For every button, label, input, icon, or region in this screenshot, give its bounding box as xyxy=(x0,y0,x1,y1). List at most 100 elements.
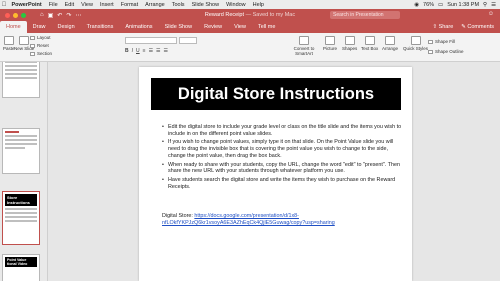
section-icon xyxy=(30,51,35,56)
layout-label: Layout xyxy=(37,35,51,40)
menu-slide-show[interactable]: Slide Show xyxy=(188,2,223,8)
tab-home[interactable]: Home xyxy=(0,21,27,33)
menu-tools[interactable]: Tools xyxy=(168,2,188,8)
tab-review[interactable]: Review xyxy=(198,21,228,33)
slide-canvas[interactable]: Digital Store Instructions Edit the digi… xyxy=(139,67,412,281)
arrange-button[interactable]: Arrange xyxy=(382,36,398,51)
comments-button[interactable]: ✎ Comments xyxy=(461,24,494,30)
align-right-icon[interactable]: ☰ xyxy=(164,48,168,54)
shape-outline-label: Shape Outline xyxy=(435,49,464,54)
slide-thumbnail-pane[interactable]: Store Instructions Point Value tional Vi… xyxy=(0,62,48,281)
quick-styles-label: Quick Styles xyxy=(403,46,429,51)
tab-view[interactable]: View xyxy=(228,21,252,33)
reset-label: Reset xyxy=(37,43,49,48)
font-size-dropdown[interactable] xyxy=(179,37,197,44)
shape-fill-button[interactable]: Shape Fill xyxy=(428,39,455,44)
shapes-button[interactable]: Shapes xyxy=(342,36,357,51)
textbox-button[interactable]: Text Box xyxy=(361,36,378,51)
textbox-label: Text Box xyxy=(361,46,379,51)
italic-icon[interactable]: I xyxy=(132,48,133,54)
shape-outline-button[interactable]: Shape Outline xyxy=(428,49,464,54)
document-title: Reward Receipt — Saved to my Mac xyxy=(0,12,500,18)
thumbnail-title: Store Instructions xyxy=(5,194,37,206)
digital-store-label: Digital Store: xyxy=(162,213,195,219)
menu-insert[interactable]: Insert xyxy=(96,2,117,8)
comments-label: Comments xyxy=(467,24,494,30)
arrange-label: Arrange xyxy=(382,46,399,51)
shapes-label: Shapes xyxy=(342,46,358,51)
bullet-list[interactable]: Edit the digital store to include your g… xyxy=(162,124,405,192)
slide-thumbnail-1[interactable] xyxy=(2,62,40,98)
outline-icon xyxy=(428,49,433,54)
menu-edit[interactable]: Edit xyxy=(61,2,77,8)
tab-transitions[interactable]: Transitions xyxy=(81,21,120,33)
share-button[interactable]: ⇧ Share xyxy=(432,24,453,30)
slide-thumbnail-4[interactable]: Point Value tional Video xyxy=(2,254,40,281)
document-name: Reward Receipt xyxy=(204,12,245,18)
strikethrough-icon[interactable]: ≡ xyxy=(143,48,146,54)
arrange-icon xyxy=(385,36,395,45)
paste-button[interactable]: Paste xyxy=(3,36,15,51)
battery-icon[interactable]: ▭ xyxy=(438,2,443,8)
apple-icon[interactable]:  xyxy=(0,2,8,8)
underline-icon[interactable]: U xyxy=(136,48,140,54)
slide-title[interactable]: Digital Store Instructions xyxy=(151,78,401,110)
textbox-icon xyxy=(364,36,375,45)
tab-design[interactable]: Design xyxy=(52,21,81,33)
search-icon[interactable]: ⚲ xyxy=(483,2,487,8)
fill-bucket-icon xyxy=(428,39,433,44)
slide-thumbnail-2[interactable] xyxy=(2,128,40,174)
reset-icon xyxy=(30,43,35,48)
ribbon-tabs: Home Draw Design Transitions Animations … xyxy=(0,21,500,33)
search-input[interactable]: Search in Presentation xyxy=(330,11,400,19)
title-bar: ⌂ ▣ ↶ ↷ ⋯ Reward Receipt — Saved to my M… xyxy=(0,9,500,21)
share-icon: ⇧ xyxy=(432,24,438,30)
tab-tell-me[interactable]: Tell me xyxy=(252,21,281,33)
ribbon-toolbar: Paste New Slide Layout Reset Section B I… xyxy=(0,33,500,62)
menu-file[interactable]: File xyxy=(45,2,61,8)
reset-button[interactable]: Reset xyxy=(30,43,49,48)
layout-button[interactable]: Layout xyxy=(30,35,51,40)
font-name-dropdown[interactable] xyxy=(125,37,177,44)
shape-fill-label: Shape Fill xyxy=(435,39,456,44)
tab-slide-show[interactable]: Slide Show xyxy=(159,21,199,33)
section-button[interactable]: Section xyxy=(30,51,52,56)
bold-icon[interactable]: B xyxy=(125,48,129,54)
bullet-item: If you wish to change point values, simp… xyxy=(162,139,405,159)
battery-percent: 76% xyxy=(423,1,435,8)
quick-styles-button[interactable]: Quick Styles xyxy=(403,36,428,51)
thumbnail-4-line2: tional Video xyxy=(7,262,28,266)
bullet-item: Have students search the digital store a… xyxy=(162,177,405,190)
digital-store-text: Digital Store: https://docs.google.com/p… xyxy=(162,213,405,226)
thumbnail-4-heading: Point Value tional Video xyxy=(5,257,37,267)
control-center-icon[interactable]: ☰ xyxy=(491,2,496,8)
comment-icon: ✎ xyxy=(461,24,466,30)
clipboard-icon xyxy=(3,36,14,45)
picture-label: Picture xyxy=(323,46,338,51)
align-center-icon[interactable]: ☰ xyxy=(156,48,160,54)
menu-bar:  PowerPoint File Edit View Insert Forma… xyxy=(0,0,500,9)
menu-view[interactable]: View xyxy=(78,2,97,8)
align-left-icon[interactable]: ☰ xyxy=(149,48,153,54)
menu-format[interactable]: Format xyxy=(117,2,141,8)
picture-button[interactable]: Picture xyxy=(323,36,337,51)
share-label: Share xyxy=(438,24,454,30)
picture-icon xyxy=(325,36,335,45)
tab-draw[interactable]: Draw xyxy=(27,21,52,33)
bullet-item: When ready to share with your students, … xyxy=(162,162,405,175)
slide-thumbnail-3[interactable]: Store Instructions xyxy=(2,191,40,245)
menu-app-name[interactable]: PowerPoint xyxy=(8,2,45,8)
menu-arrange[interactable]: Arrange xyxy=(142,2,169,8)
wifi-icon[interactable]: ◉ xyxy=(414,2,419,8)
smiley-icon[interactable]: ☺ xyxy=(488,11,494,17)
tab-animations[interactable]: Animations xyxy=(119,21,158,33)
paste-label: Paste xyxy=(3,46,15,51)
new-slide-icon xyxy=(19,36,30,45)
format-row: B I U ≡ ☰ ☰ ☰ xyxy=(125,48,168,54)
convert-smartart-button[interactable]: Convert to SmartArt xyxy=(287,36,321,56)
layout-icon xyxy=(30,35,35,40)
clock[interactable]: Sun 1:38 PM xyxy=(447,2,479,8)
quick-styles-icon xyxy=(410,36,421,45)
menu-window[interactable]: Window xyxy=(223,2,250,8)
menu-help[interactable]: Help xyxy=(249,2,267,8)
